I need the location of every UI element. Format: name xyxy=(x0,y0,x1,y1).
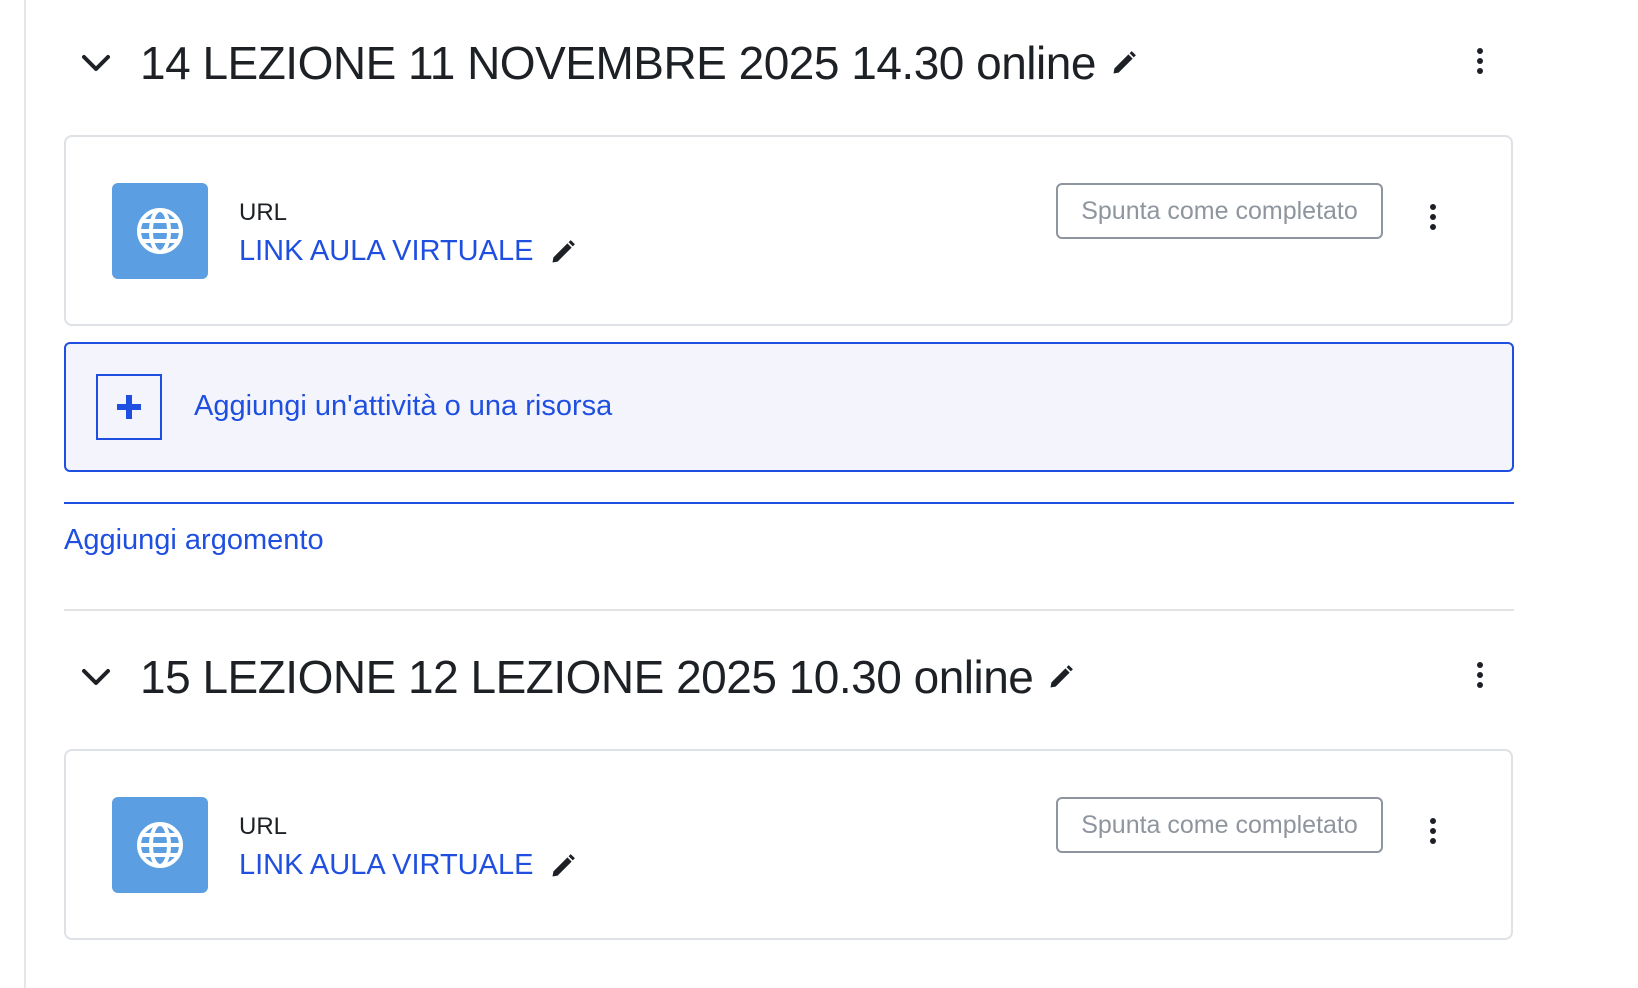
collapse-section-button[interactable] xyxy=(66,642,126,712)
chevron-down-icon xyxy=(82,55,110,71)
globe-icon xyxy=(137,208,183,254)
globe-icon xyxy=(137,822,183,868)
plus-icon xyxy=(117,395,141,419)
kebab-dot-icon xyxy=(1430,838,1436,844)
url-activity-icon[interactable] xyxy=(112,797,208,893)
kebab-dot-icon xyxy=(1477,662,1483,668)
activity-link[interactable]: LINK AULA VIRTUALE xyxy=(239,235,577,268)
edit-activity-button[interactable] xyxy=(549,852,577,880)
activity-type-label: URL xyxy=(239,813,288,840)
mark-complete-button[interactable]: Spunta come completato xyxy=(1056,797,1383,853)
activity-type-label: URL xyxy=(239,199,288,226)
kebab-dot-icon xyxy=(1430,214,1436,220)
kebab-dot-icon xyxy=(1477,682,1483,688)
mark-complete-button[interactable]: Spunta come completato xyxy=(1056,183,1383,239)
chevron-down-icon xyxy=(82,669,110,685)
section-menu-button[interactable] xyxy=(1465,655,1495,695)
section-title: 15 LEZIONE 12 LEZIONE 2025 10.30 online xyxy=(140,651,1034,703)
kebab-dot-icon xyxy=(1477,68,1483,74)
activity-menu-button[interactable] xyxy=(1418,811,1448,851)
edit-title-button[interactable] xyxy=(1047,663,1075,691)
section-title: 14 LEZIONE 11 NOVEMBRE 2025 14.30 online xyxy=(140,37,1096,89)
pencil-icon xyxy=(552,239,576,262)
activity-card: URL LINK AULA VIRTUALE Spunta come compl… xyxy=(64,749,1513,940)
kebab-dot-icon xyxy=(1477,58,1483,64)
section-menu-button[interactable] xyxy=(1465,41,1495,81)
section-header-14: 14 LEZIONE 11 NOVEMBRE 2025 14.30 online xyxy=(64,28,1514,98)
kebab-dot-icon xyxy=(1430,828,1436,834)
pencil-icon xyxy=(552,853,576,876)
collapse-section-button[interactable] xyxy=(66,28,126,98)
kebab-dot-icon xyxy=(1430,204,1436,210)
add-activity-label: Aggiungi un'attività o una risorsa xyxy=(194,390,613,422)
edit-title-button[interactable] xyxy=(1110,49,1138,77)
kebab-dot-icon xyxy=(1477,672,1483,678)
activity-link-text[interactable]: LINK AULA VIRTUALE xyxy=(239,235,533,268)
url-activity-icon[interactable] xyxy=(112,183,208,279)
plus-box xyxy=(96,374,162,440)
edit-activity-button[interactable] xyxy=(549,238,577,266)
kebab-dot-icon xyxy=(1430,818,1436,824)
left-border xyxy=(24,0,26,988)
activity-link-text[interactable]: LINK AULA VIRTUALE xyxy=(239,849,533,882)
divider xyxy=(64,609,1514,611)
add-activity-button[interactable]: Aggiungi un'attività o una risorsa xyxy=(64,342,1514,472)
section-divider xyxy=(64,502,1514,504)
kebab-dot-icon xyxy=(1430,224,1436,230)
pencil-icon xyxy=(1113,51,1136,74)
activity-link[interactable]: LINK AULA VIRTUALE xyxy=(239,849,577,882)
add-topic-link[interactable]: Aggiungi argomento xyxy=(64,524,324,557)
activity-menu-button[interactable] xyxy=(1418,197,1448,237)
kebab-dot-icon xyxy=(1477,48,1483,54)
activity-card: URL LINK AULA VIRTUALE Spunta come compl… xyxy=(64,135,1513,326)
section-header-15: 15 LEZIONE 12 LEZIONE 2025 10.30 online xyxy=(64,642,1514,712)
pencil-icon xyxy=(1050,665,1074,688)
